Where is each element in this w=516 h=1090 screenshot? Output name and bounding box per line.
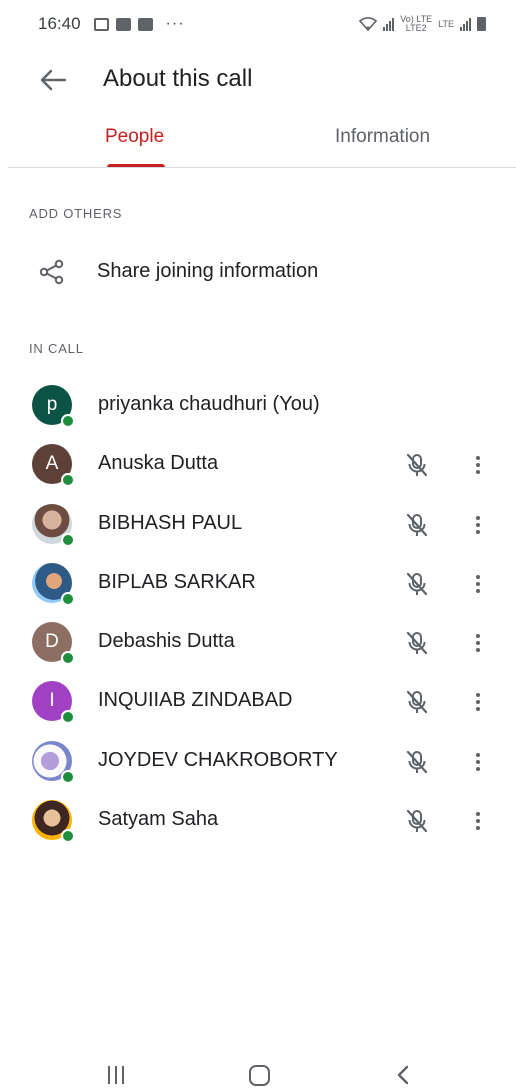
- online-status-dot: [61, 414, 75, 428]
- avatar-initial: I: [49, 690, 55, 712]
- mic-off-icon: [406, 809, 428, 833]
- avatar-initial: A: [45, 453, 59, 475]
- battery-icon: [477, 17, 486, 31]
- participant-row[interactable]: BIPLAB SARKAR: [0, 553, 516, 612]
- chevron-left-icon: [397, 1065, 409, 1085]
- online-status-dot: [61, 591, 75, 606]
- participant-name: Satyam Saha: [98, 808, 219, 831]
- wifi-icon: [359, 17, 378, 31]
- more-vert-icon: [476, 515, 480, 520]
- more-options-button[interactable]: [466, 511, 490, 539]
- gallery-notification-icon: [93, 17, 109, 31]
- more-options-button[interactable]: [466, 570, 490, 598]
- participant-name: BIBHASH PAUL: [98, 511, 243, 534]
- participant-name: BIPLAB SARKAR: [98, 570, 256, 593]
- more-vert-icon: [476, 574, 480, 579]
- section-header-in-call: IN CALL: [29, 341, 84, 356]
- avatar-photo: [32, 562, 75, 606]
- app-notification-icon: [115, 17, 131, 31]
- more-vert-icon: [476, 634, 480, 639]
- mic-off-icon: [406, 454, 428, 477]
- lte-label: LTE: [438, 19, 454, 29]
- more-vert-icon: [476, 456, 480, 461]
- more-notifications-icon: ···: [165, 15, 185, 32]
- mic-off-button[interactable]: [403, 807, 431, 835]
- online-status-dot: [61, 710, 75, 725]
- signal-icon-2: [460, 17, 471, 31]
- section-header-add-others: ADD OTHERS: [29, 206, 123, 221]
- mic-off-icon: [406, 691, 428, 714]
- mic-off-button[interactable]: [403, 511, 431, 539]
- more-options-button[interactable]: [466, 688, 490, 716]
- online-status-dot: [61, 473, 75, 488]
- online-status-dot: [61, 651, 75, 666]
- avatar: A: [32, 444, 75, 488]
- app-bar: About this call: [0, 52, 516, 108]
- participant-row[interactable]: BIBHASH PAUL: [0, 494, 516, 553]
- online-status-dot: [61, 829, 75, 844]
- active-tab-indicator: [107, 164, 165, 167]
- participant-row[interactable]: Satyam Saha: [0, 790, 516, 849]
- avatar: p: [32, 385, 75, 428]
- avatar-photo: [32, 740, 75, 784]
- avatar-photo: [32, 800, 75, 844]
- participant-row[interactable]: p priyanka chaudhuri (You): [0, 375, 516, 434]
- mic-off-icon: [406, 750, 428, 773]
- participant-row[interactable]: A Anuska Dutta: [0, 434, 516, 493]
- participant-name: JOYDEV CHAKROBORTY: [98, 748, 338, 771]
- system-back-button[interactable]: [394, 1064, 412, 1086]
- participant-row[interactable]: JOYDEV CHAKROBORTY: [0, 731, 516, 790]
- back-button[interactable]: [38, 66, 68, 94]
- online-status-dot: [61, 532, 75, 547]
- about-call-screen: 16:40 ··· Vo) LTE LTE2 LTE About this ca…: [0, 0, 516, 1090]
- network-type-label: Vo) LTE LTE2: [400, 14, 433, 33]
- tab-bar: People Information: [8, 110, 516, 168]
- avatar-initial: D: [45, 631, 59, 653]
- avatar-initial: p: [46, 394, 58, 415]
- more-vert-icon: [476, 812, 480, 817]
- participant-list: p priyanka chaudhuri (You) A Anuska Dutt…: [0, 375, 516, 849]
- tab-information[interactable]: Information: [335, 126, 430, 148]
- mic-off-icon: [406, 632, 428, 655]
- more-options-button[interactable]: [466, 629, 490, 657]
- avatar-photo: [32, 503, 75, 547]
- share-joining-info-label: Share joining information: [97, 260, 319, 282]
- mic-off-button[interactable]: [403, 688, 431, 716]
- participant-row[interactable]: D Debashis Dutta: [0, 612, 516, 671]
- avatar: D: [32, 622, 75, 666]
- page-title: About this call: [103, 65, 253, 92]
- signal-icon: [383, 17, 395, 31]
- avatar: I: [32, 681, 75, 725]
- participant-name: priyanka chaudhuri (You): [98, 393, 320, 415]
- arrow-left-icon: [40, 69, 67, 91]
- tab-people[interactable]: People: [105, 126, 164, 148]
- online-status-dot: [61, 769, 75, 784]
- status-time: 16:40: [38, 14, 81, 33]
- mic-off-button[interactable]: [403, 748, 431, 776]
- mic-off-button[interactable]: [403, 570, 431, 598]
- home-button[interactable]: [249, 1065, 270, 1086]
- participant-row[interactable]: I INQUIIAB ZINDABAD: [0, 671, 516, 730]
- mic-off-button[interactable]: [403, 451, 431, 479]
- participant-name: Anuska Dutta: [98, 452, 219, 475]
- participant-name: INQUIIAB ZINDABAD: [98, 689, 293, 712]
- more-vert-icon: [476, 752, 480, 757]
- more-vert-icon: [476, 693, 480, 698]
- system-nav-bar: [0, 1052, 516, 1090]
- mic-off-icon: [406, 513, 428, 536]
- mic-off-button[interactable]: [403, 629, 431, 657]
- more-options-button[interactable]: [466, 807, 490, 835]
- mic-off-icon: [406, 572, 428, 595]
- app-notification-icon-2: [137, 17, 153, 31]
- more-options-button[interactable]: [466, 451, 490, 479]
- share-icon: [38, 258, 66, 286]
- recent-apps-button[interactable]: [108, 1066, 128, 1084]
- more-options-button[interactable]: [466, 748, 490, 776]
- share-joining-info-row[interactable]: Share joining information: [0, 244, 516, 300]
- participant-name: Debashis Dutta: [98, 630, 235, 653]
- status-bar: 16:40 ··· Vo) LTE LTE2 LTE: [0, 0, 516, 48]
